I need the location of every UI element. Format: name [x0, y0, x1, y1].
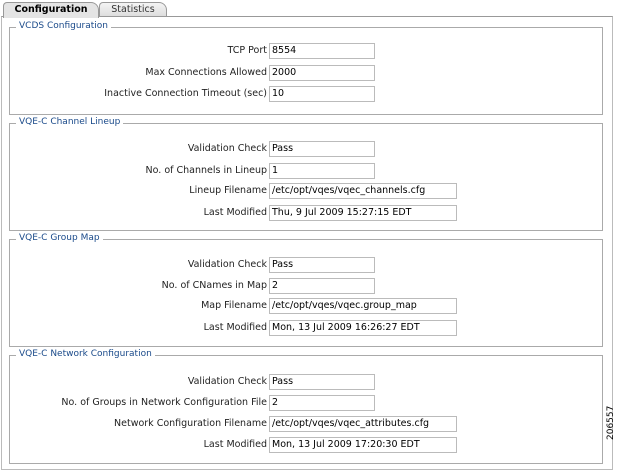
field-row: Validation Check Pass	[10, 374, 602, 390]
field-value-input[interactable]: 10	[269, 86, 375, 102]
field-label: Validation Check	[187, 143, 267, 154]
field-row: Lineup Filename/etc/opt/vqes/vqec_channe…	[10, 183, 602, 199]
field-row: Last Modified Mon, 13 Jul 2009 16:26:27 E…	[10, 320, 602, 336]
field-value-input[interactable]: 2	[269, 278, 375, 294]
field-value-input[interactable]: /etc/opt/vqes/vqec_attributes.cfg	[269, 416, 457, 432]
field-value-input[interactable]: 2000	[269, 65, 375, 81]
field-row: No. of Groups in Network Configuration F…	[10, 395, 602, 411]
section-title: VQE-C Channel Lineup	[16, 117, 124, 127]
field-row: Last Modified Thu, 9 Jul 2009 15:27:15 ED…	[10, 205, 602, 221]
field-value-input[interactable]: Mon, 13 Jul 2009 17:20:30 EDT	[269, 437, 457, 453]
figure-id: 206557	[606, 405, 616, 440]
section-vcds-configuration: VCDS Configuration TCP Port 8554 Max Connec…	[9, 21, 603, 115]
tab-statistics[interactable]: Statistics	[99, 2, 167, 17]
field-label: Validation Check	[187, 376, 267, 387]
field-value-input[interactable]: 1	[269, 163, 375, 179]
field-label: Lineup Filename	[189, 185, 267, 196]
field-row: No. of Channels in Lineup 1	[10, 163, 602, 179]
field-value-input[interactable]: 8554	[269, 43, 375, 59]
field-value-input[interactable]: Mon, 13 Jul 2009 16:26:27 EDT	[269, 320, 457, 336]
field-row: Inactive Connection Timeout (sec) 10	[10, 86, 602, 102]
field-value-input[interactable]: Pass	[269, 257, 375, 273]
field-label: Last Modified	[203, 439, 267, 450]
field-value-input[interactable]: 2	[269, 395, 375, 411]
section-vqe-c-channel-lineup: VQE-C Channel Lineup Validation Check Pass…	[9, 117, 603, 231]
field-label: Max Connections Allowed	[145, 67, 267, 78]
field-row: No. of CNames in Map 2	[10, 278, 602, 294]
field-row: Network Configuration Filename/etc/opt/v…	[10, 416, 602, 432]
section-vqe-c-network-configuration: VQE-C Network Configuration Validation Ch…	[9, 349, 603, 464]
field-label: Last Modified	[203, 322, 267, 333]
field-row: Map Filename/etc/opt/vqes/vqec.group_map	[10, 298, 602, 314]
section-title: VQE-C Group Map	[16, 233, 103, 243]
field-label: TCP Port	[227, 45, 267, 56]
field-value-input[interactable]: Pass	[269, 374, 375, 390]
field-label: Map Filename	[201, 300, 267, 311]
field-row: Last Modified Mon, 13 Jul 2009 17:20:30 E…	[10, 437, 602, 453]
field-label: Last Modified	[203, 207, 267, 218]
section-title: VCDS Configuration	[16, 21, 111, 31]
section-title: VQE-C Network Configuration	[16, 349, 155, 359]
tab-configuration[interactable]: Configuration	[3, 2, 99, 18]
field-row: Validation Check Pass	[10, 257, 602, 273]
field-row: Validation Check Pass	[10, 141, 602, 157]
field-label: No. of Channels in Lineup	[145, 165, 267, 176]
section-vqe-c-group-map: VQE-C Group Map Validation Check Pass No. o…	[9, 233, 603, 347]
field-row: TCP Port 8554	[10, 43, 602, 59]
field-row: Max Connections Allowed 2000	[10, 65, 602, 81]
field-label: Inactive Connection Timeout (sec)	[104, 88, 267, 99]
field-label: No. of Groups in Network Configuration F…	[61, 397, 267, 408]
field-value-input[interactable]: /etc/opt/vqes/vqec_channels.cfg	[269, 183, 457, 199]
field-label: Network Configuration Filename	[114, 418, 267, 429]
field-value-input[interactable]: Thu, 9 Jul 2009 15:27:15 EDT	[269, 205, 457, 221]
field-value-input[interactable]: /etc/opt/vqes/vqec.group_map	[269, 298, 457, 314]
field-label: Validation Check	[187, 259, 267, 270]
field-value-input[interactable]: Pass	[269, 141, 375, 157]
field-label: No. of CNames in Map	[161, 280, 267, 291]
